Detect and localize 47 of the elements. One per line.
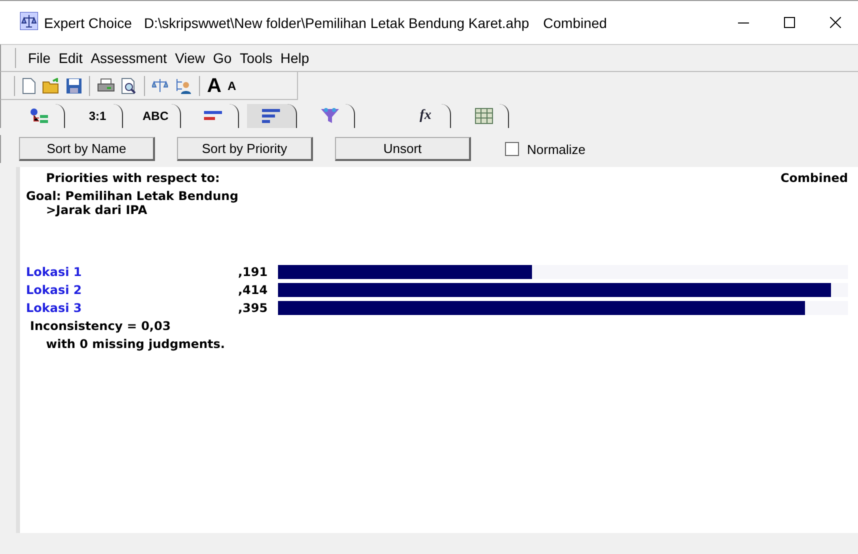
view-tab[interactable]: fx (401, 104, 451, 128)
view-tab[interactable]: 3:1 (73, 104, 123, 128)
menu-item[interactable]: Edit (54, 50, 87, 66)
node-label: >Jarak dari IPA (45, 203, 148, 217)
checkbox-label: Normalize (527, 142, 586, 156)
sort-button[interactable]: Sort by Name (19, 137, 155, 161)
menu-item[interactable]: Assessment (86, 50, 171, 66)
missing-judgments-text: with 0 missing judgments. (45, 337, 226, 351)
inconsistency-text: Inconsistency = 0,03 (29, 319, 172, 333)
printer-icon[interactable] (97, 78, 115, 94)
close-icon (830, 17, 840, 28)
priority-value: ,191 (238, 265, 269, 279)
view-tab[interactable]: ABC (131, 104, 181, 128)
mode-label: Combined (780, 171, 848, 185)
alternative-name: Lokasi 1 (26, 265, 83, 279)
bar-chart-icon (204, 110, 224, 122)
sort-button[interactable]: Unsort (335, 137, 471, 161)
grid-icon (474, 108, 492, 124)
priority-value: ,414 (238, 283, 269, 297)
goal-label: Goal: Pemilihan Letak Bendung (26, 189, 240, 203)
funnel-icon (320, 108, 340, 124)
app-name: Expert Choice (44, 14, 132, 30)
font-smaller-button[interactable]: A (227, 80, 236, 92)
font-larger-button[interactable]: A (207, 76, 222, 96)
alternative-name: Lokasi 3 (26, 301, 83, 315)
new-file-icon[interactable] (22, 78, 36, 94)
sort-button[interactable]: Sort by Priority (177, 137, 313, 161)
priority-value: ,395 (238, 301, 269, 315)
menu-item[interactable]: Go (209, 50, 236, 66)
tree-icon (30, 108, 50, 124)
folder-icon[interactable] (42, 78, 60, 94)
alternative-name: Lokasi 2 (26, 283, 83, 297)
sorted-bars-icon (262, 109, 282, 123)
view-tab[interactable] (247, 104, 297, 128)
scales-icon[interactable] (152, 78, 168, 94)
magnifier-page-icon[interactable] (121, 78, 137, 94)
maximize-icon (784, 17, 794, 28)
menu-item[interactable]: View (170, 50, 210, 66)
scales-icon (20, 12, 38, 30)
window-title: D:\skripswwet\New folder\Pemilihan Letak Bendung Karet.ahp (144, 14, 530, 30)
menu-item[interactable]: File (24, 50, 55, 66)
menu-item[interactable]: Help (276, 50, 314, 66)
window-mode: Combined (543, 14, 607, 30)
normalize-checkbox[interactable] (505, 142, 519, 156)
priorities-heading: Priorities with respect to: (46, 171, 220, 185)
menu-item[interactable]: Tools (236, 50, 276, 66)
person-tree-icon[interactable] (174, 76, 192, 94)
